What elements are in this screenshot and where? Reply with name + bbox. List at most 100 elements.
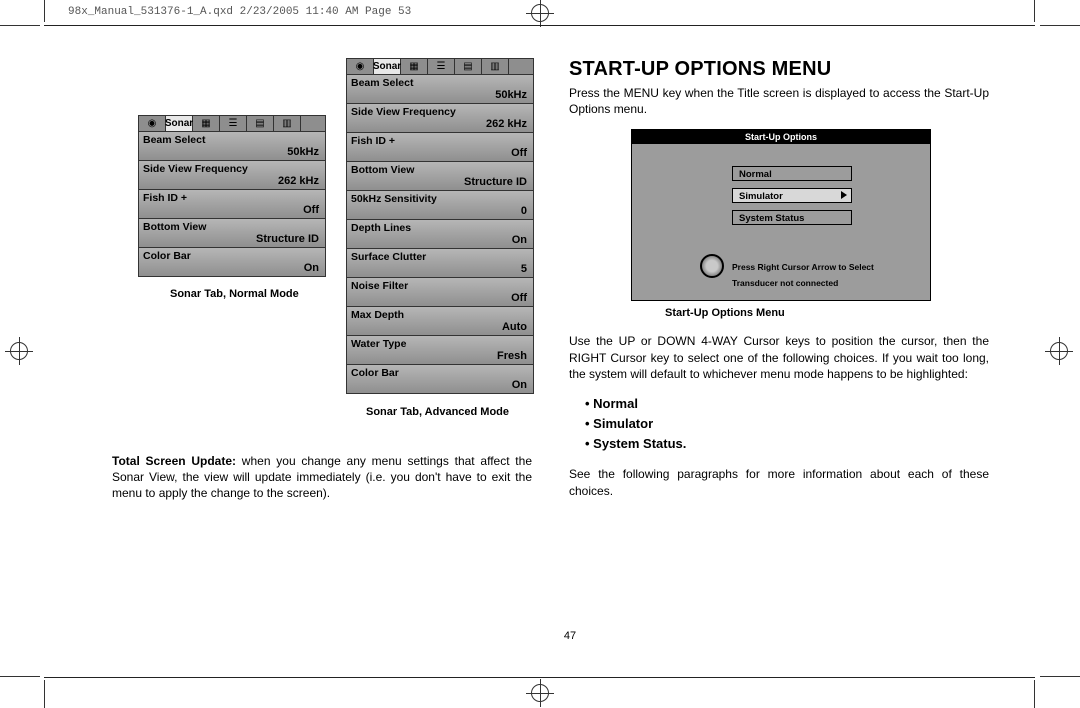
device-row: 50kHz Sensitivity 0 bbox=[347, 191, 533, 220]
device-row: Bottom View Structure ID bbox=[347, 162, 533, 191]
device-advanced: ◉ Sonar ▦ ☰ ▤ ▥ Beam Select 50kHz Side Vie… bbox=[346, 58, 534, 394]
startup-body: Normal Simulator System Status Press Right… bbox=[632, 144, 930, 300]
row-label: 50kHz Sensitivity bbox=[351, 193, 437, 205]
row-value: 262 kHz bbox=[486, 118, 527, 130]
tab-icon: ▥ bbox=[274, 116, 301, 131]
row-label: Noise Filter bbox=[351, 280, 408, 292]
bullet-list: • Normal • Simulator • System Status. bbox=[585, 394, 989, 454]
row-label: Fish ID + bbox=[351, 135, 395, 147]
row-label: Max Depth bbox=[351, 309, 404, 321]
device-row: Fish ID + Off bbox=[347, 133, 533, 162]
row-label: Color Bar bbox=[143, 250, 191, 262]
tab-icon: ▤ bbox=[247, 116, 274, 131]
tab-icon: ▦ bbox=[193, 116, 220, 131]
device-row: Bottom ViewStructure ID bbox=[139, 219, 325, 248]
device-row: Water Type Fresh bbox=[347, 336, 533, 365]
tab-sonar: Sonar bbox=[374, 59, 401, 74]
device-row: Side View Frequency 262 kHz bbox=[139, 161, 325, 190]
device-row: Color BarOn bbox=[139, 248, 325, 276]
device-rows: Beam Select 50kHz Side View Frequency 262 k… bbox=[346, 74, 534, 394]
tab-icon: ▥ bbox=[482, 59, 509, 74]
page-number: 47 bbox=[112, 630, 1028, 642]
registration-mark-bottom bbox=[531, 684, 549, 702]
registration-mark-left bbox=[10, 342, 28, 360]
figures-area: ◉ Sonar ▦ ☰ ▤ ▥ Beam Select 50kHz Side Vie… bbox=[112, 58, 532, 413]
startup-hint1: Press Right Cursor Arrow to Select bbox=[732, 262, 874, 272]
bullet-item: • System Status. bbox=[585, 434, 989, 454]
tab-icon: ◉ bbox=[139, 116, 166, 131]
arrow-right-icon bbox=[841, 191, 847, 199]
tab-icon: ▦ bbox=[401, 59, 428, 74]
crop-mark bbox=[44, 680, 45, 708]
row-label: Beam Select bbox=[143, 134, 205, 146]
row-label: Beam Select bbox=[351, 77, 413, 89]
tab-sonar-label: Sonar bbox=[373, 61, 401, 72]
left-column: ◉ Sonar ▦ ☰ ▤ ▥ Beam Select 50kHz Side Vie… bbox=[112, 58, 532, 514]
cursor-icon bbox=[700, 254, 724, 278]
crop-mark bbox=[1034, 680, 1035, 708]
row-value: On bbox=[512, 234, 527, 246]
startup-option: Simulator bbox=[732, 188, 852, 203]
caption-advanced: Sonar Tab, Advanced Mode bbox=[366, 406, 509, 418]
tab-icon: ☰ bbox=[428, 59, 455, 74]
tab-sonar-label: Sonar bbox=[165, 118, 193, 129]
device-row: Surface Clutter 5 bbox=[347, 249, 533, 278]
bullet-item: • Normal bbox=[585, 394, 989, 414]
row-value: Off bbox=[511, 292, 527, 304]
row-label: Bottom View bbox=[351, 164, 414, 176]
device-rows: Beam Select 50kHz Side View Frequency 262 k… bbox=[138, 131, 326, 277]
crop-mark bbox=[0, 25, 40, 26]
device-row: Beam Select 50kHz bbox=[347, 75, 533, 104]
row-label: Water Type bbox=[351, 338, 406, 350]
row-label: Side View Frequency bbox=[351, 106, 456, 118]
device-row: Depth LinesOn bbox=[347, 220, 533, 249]
row-value: 262 kHz bbox=[278, 175, 319, 187]
device-row: Beam Select 50kHz bbox=[139, 132, 325, 161]
crop-mark bbox=[1040, 676, 1080, 677]
tab-sonar: Sonar bbox=[166, 116, 193, 131]
crop-mark bbox=[1034, 0, 1035, 22]
row-value: Fresh bbox=[497, 350, 527, 362]
device-row: Fish ID +Off bbox=[139, 190, 325, 219]
row-value: 50kHz bbox=[287, 146, 319, 158]
row-label: Color Bar bbox=[351, 367, 399, 379]
row-value: 0 bbox=[521, 205, 527, 217]
bullet-item: • Simulator bbox=[585, 414, 989, 434]
startup-title: Start-Up Options bbox=[632, 130, 930, 144]
crop-mark bbox=[44, 0, 45, 22]
startup-option: Normal bbox=[732, 166, 852, 181]
device-row: Side View Frequency 262 kHz bbox=[347, 104, 533, 133]
row-value: On bbox=[512, 379, 527, 391]
startup-caption: Start-Up Options Menu bbox=[665, 307, 989, 319]
tab-icon: ◉ bbox=[347, 59, 374, 74]
crop-mark bbox=[1040, 25, 1080, 26]
row-value: 5 bbox=[521, 263, 527, 275]
row-label: Side View Frequency bbox=[143, 163, 248, 175]
para-bold: Total Screen Update: bbox=[112, 454, 236, 468]
crop-mark bbox=[0, 676, 40, 677]
sonar-tab-advanced-figure: ◉ Sonar ▦ ☰ ▤ ▥ Beam Select 50kHz Side Vie… bbox=[346, 58, 534, 394]
row-value: Off bbox=[511, 147, 527, 159]
device-normal: ◉ Sonar ▦ ☰ ▤ ▥ Beam Select 50kHz Side Vie… bbox=[138, 115, 326, 277]
para-see-following: See the following paragraphs for more in… bbox=[569, 466, 989, 498]
row-value: 50kHz bbox=[495, 89, 527, 101]
device-tabbar: ◉ Sonar ▦ ☰ ▤ ▥ bbox=[138, 115, 326, 131]
caption-normal: Sonar Tab, Normal Mode bbox=[170, 288, 299, 300]
row-label: Fish ID + bbox=[143, 192, 187, 204]
device-row: Max DepthAuto bbox=[347, 307, 533, 336]
print-header: 98x_Manual_531376-1_A.qxd 2/23/2005 11:4… bbox=[68, 6, 411, 18]
tab-icon: ☰ bbox=[220, 116, 247, 131]
device-row: Noise Filter Off bbox=[347, 278, 533, 307]
row-label: Surface Clutter bbox=[351, 251, 426, 263]
sonar-tab-normal-figure: ◉ Sonar ▦ ☰ ▤ ▥ Beam Select 50kHz Side Vie… bbox=[138, 115, 326, 277]
row-value: Structure ID bbox=[464, 176, 527, 188]
device-row: Color Bar On bbox=[347, 365, 533, 393]
section-heading: START-UP OPTIONS MENU bbox=[569, 58, 989, 81]
total-screen-update-para: Total Screen Update: when you change any… bbox=[112, 453, 532, 502]
device-tabbar: ◉ Sonar ▦ ☰ ▤ ▥ bbox=[346, 58, 534, 74]
intro-para: Press the MENU key when the Title screen… bbox=[569, 85, 989, 117]
right-column: START-UP OPTIONS MENU Press the MENU key… bbox=[569, 58, 989, 511]
startup-hint2: Transducer not connected bbox=[732, 278, 838, 288]
startup-option: System Status bbox=[732, 210, 852, 225]
tab-icon: ▤ bbox=[455, 59, 482, 74]
